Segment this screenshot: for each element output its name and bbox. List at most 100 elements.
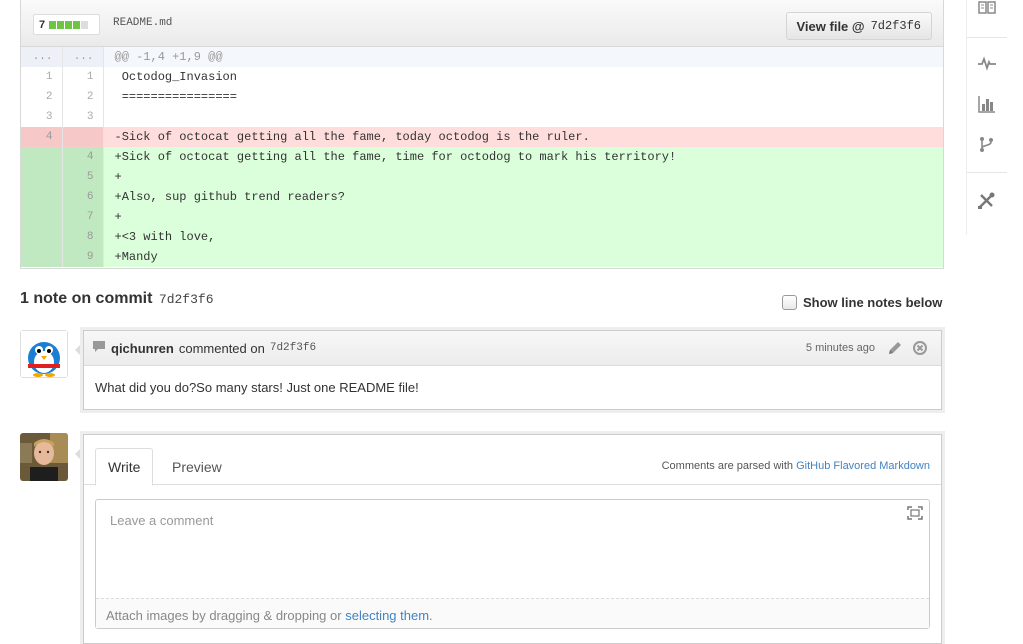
diff-line-add: 8 +<3 with love, <box>21 227 943 247</box>
comment-textarea[interactable]: Leave a comment Attach images by draggin… <box>95 499 930 629</box>
commit-comment: qichunren commented on 7d2f3f6 5 minutes… <box>83 330 942 410</box>
diff-file: 7 README.md View file @ 7d2f3f6 ... ... … <box>20 0 944 269</box>
image-drop-zone[interactable]: Attach images by dragging & dropping or … <box>96 598 929 628</box>
book-icon[interactable] <box>977 0 997 20</box>
old-line-number[interactable] <box>21 147 63 167</box>
diff-line-del: 4 -Sick of octocat getting all the fame, … <box>21 127 943 147</box>
new-line-number[interactable]: 2 <box>62 87 104 107</box>
hunk-new-expand[interactable]: ... <box>62 47 104 67</box>
old-line-number[interactable] <box>21 227 63 247</box>
old-line-number[interactable] <box>21 187 63 207</box>
select-files-link[interactable]: selecting them <box>345 608 429 623</box>
diff-code: +Also, sup github trend readers? <box>103 187 943 207</box>
old-line-number[interactable]: 1 <box>21 67 63 87</box>
diff-table: ... ... @@ -1,4 +1,9 @@ 11 Octodog_Invas… <box>21 47 943 267</box>
comment-header: qichunren commented on 7d2f3f6 5 minutes… <box>84 331 941 366</box>
diff-code: +Sick of octocat getting all the fame, t… <box>103 147 943 167</box>
repo-sidebar <box>966 0 1007 235</box>
diff-code: +Mandy <box>103 247 943 267</box>
file-name: README.md <box>113 17 173 29</box>
old-line-number[interactable]: 2 <box>21 87 63 107</box>
diff-line-add: 5 + <box>21 167 943 187</box>
settings-icon[interactable] <box>977 192 997 212</box>
pencil-icon[interactable] <box>887 340 903 359</box>
diff-code: + <box>103 207 943 227</box>
new-line-number[interactable]: 8 <box>62 227 104 247</box>
comment-placeholder: Leave a comment <box>110 513 214 528</box>
diff-line-add: 6 +Also, sup github trend readers? <box>21 187 943 207</box>
new-line-number[interactable]: 7 <box>62 207 104 227</box>
comment-time: 5 minutes ago <box>805 342 875 354</box>
new-line-number[interactable]: 1 <box>62 67 104 87</box>
drop-end: . <box>429 608 433 623</box>
diff-line-add: 7 + <box>21 207 943 227</box>
diff-line-add: 9 +Mandy <box>21 247 943 267</box>
diff-code <box>103 107 943 127</box>
diff-line-ctx: 11 Octodog_Invasion <box>21 67 943 87</box>
delete-icon[interactable] <box>913 341 927 358</box>
network-icon[interactable] <box>977 135 997 155</box>
old-line-number[interactable]: 3 <box>21 107 63 127</box>
show-line-notes-checkbox[interactable] <box>782 295 797 310</box>
new-line-number[interactable]: 5 <box>62 167 104 187</box>
drop-text: Attach images by dragging & dropping or <box>106 608 342 623</box>
markdown-note: Comments are parsed with GitHub Flavored… <box>662 460 930 472</box>
sidebar-divider <box>967 37 1007 38</box>
comment-bubble-icon <box>92 340 106 356</box>
diff-code: +<3 with love, <box>103 227 943 247</box>
notes-sha: 7d2f3f6 <box>158 292 214 307</box>
hunk-header: @@ -1,4 +1,9 @@ <box>103 47 943 67</box>
diff-line-ctx: 33 <box>21 107 943 127</box>
show-line-notes-label: Show line notes below <box>803 295 943 310</box>
diffstat-block <box>65 20 73 29</box>
pulse-icon[interactable] <box>977 55 997 75</box>
show-line-notes-toggle[interactable]: Show line notes below <box>782 295 942 310</box>
markdown-help-link[interactable]: GitHub Flavored Markdown <box>796 460 930 472</box>
new-comment-form: Write Preview Comments are parsed with G… <box>83 434 942 644</box>
new-line-number[interactable]: 4 <box>62 147 104 167</box>
diff-code: -Sick of octocat getting all the fame, t… <box>103 127 943 147</box>
view-file-sha: 7d2f3f6 <box>870 19 921 33</box>
comment-tabs: Write Preview Comments are parsed with G… <box>84 435 941 486</box>
diff-code: Octodog_Invasion <box>114 70 237 84</box>
diffstat-count: 7 <box>39 18 46 31</box>
markdown-note-text: Comments are parsed with <box>661 460 794 472</box>
new-line-number[interactable] <box>62 127 104 147</box>
file-header: 7 README.md View file @ 7d2f3f6 <box>21 0 943 47</box>
diffstat: 7 <box>33 14 100 35</box>
hunk-row: ... ... @@ -1,4 +1,9 @@ <box>21 47 943 67</box>
graph-icon[interactable] <box>977 95 997 115</box>
tab-preview[interactable]: Preview <box>160 448 234 486</box>
form-pointer <box>75 446 83 462</box>
avatar-user[interactable] <box>20 433 68 481</box>
fullscreen-icon[interactable] <box>907 506 923 523</box>
new-line-number[interactable]: 9 <box>62 247 104 267</box>
notes-title: 1 note on commit 7d2f3f6 <box>20 290 214 308</box>
tab-write[interactable]: Write <box>95 448 154 486</box>
new-line-number[interactable]: 6 <box>62 187 104 207</box>
diff-line-ctx: 22 ================ <box>21 87 943 107</box>
notes-title-text: 1 note on commit <box>20 290 153 307</box>
old-line-number[interactable] <box>21 207 63 227</box>
diff-code: + <box>103 167 943 187</box>
comment-author[interactable]: qichunren <box>111 341 174 356</box>
old-line-number[interactable] <box>21 167 63 187</box>
hunk-old-expand[interactable]: ... <box>21 47 63 67</box>
diff-code: ================ <box>114 90 237 104</box>
comment-sha[interactable]: 7d2f3f6 <box>270 342 316 354</box>
sidebar-divider <box>967 172 1007 173</box>
comment-body: What did you do?So many stars! Just one … <box>95 380 419 395</box>
diffstat-block <box>81 20 89 29</box>
diff-line-add: 4 +Sick of octocat getting all the fame, … <box>21 147 943 167</box>
diffstat-block <box>73 20 81 29</box>
new-line-number[interactable]: 3 <box>62 107 104 127</box>
old-line-number[interactable] <box>21 247 63 267</box>
comment-pointer <box>75 342 83 358</box>
diffstat-block <box>49 20 57 29</box>
view-file-button[interactable]: View file @ 7d2f3f6 <box>785 12 932 40</box>
comment-action: commented on <box>178 340 265 356</box>
avatar-penguin[interactable] <box>20 330 68 378</box>
view-file-label: View file @ <box>796 18 865 34</box>
diffstat-block <box>57 20 65 29</box>
old-line-number[interactable]: 4 <box>21 127 63 147</box>
